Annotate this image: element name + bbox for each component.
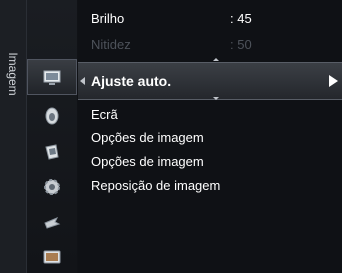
channel-icon[interactable] — [27, 134, 77, 170]
menu-item-picture-options[interactable]: Opções de imagem — [78, 127, 342, 147]
sound-icon[interactable] — [27, 98, 77, 134]
picture-icon[interactable] — [27, 59, 77, 95]
selection-left-icon — [80, 77, 85, 85]
menu-item-auto-adjust[interactable]: Ajuste auto. — [78, 62, 342, 100]
tv-menu-screen: Imagem Brilho : 45 Nitidez : 50 Ajuste a… — [0, 0, 342, 273]
brightness-label: Brilho — [91, 11, 125, 26]
picture-menu: Brilho : 45 Nitidez : 50 Ajuste auto. Ec… — [78, 0, 342, 273]
menu-item-picture-reset[interactable]: Reposição de imagem — [78, 175, 342, 195]
menu-item-label: Opções de imagem — [91, 154, 204, 169]
brightness-value: : 45 — [230, 11, 252, 26]
scroll-down-icon — [213, 97, 219, 100]
menu-item-picture-options-2[interactable]: Opções de imagem — [78, 151, 342, 171]
menu-item-label: Opções de imagem — [91, 130, 204, 145]
menu-item-label: Ecrã — [91, 107, 118, 122]
setup-icon[interactable] — [27, 169, 77, 205]
category-tab[interactable]: Imagem — [0, 0, 27, 273]
auto-adjust-label: Ajuste auto. — [91, 73, 172, 89]
sharpness-label: Nitidez — [91, 37, 131, 52]
category-label: Imagem — [6, 52, 20, 96]
application-icon[interactable] — [27, 239, 77, 273]
menu-item-sharpness: Nitidez : 50 — [78, 34, 342, 54]
scroll-up-icon — [213, 58, 219, 61]
submenu-arrow-icon — [329, 75, 338, 87]
sharpness-value: : 50 — [230, 37, 252, 52]
input-icon[interactable] — [27, 204, 77, 240]
menu-item-screen[interactable]: Ecrã — [78, 104, 342, 124]
menu-item-label: Reposição de imagem — [91, 178, 221, 193]
icon-column — [27, 0, 77, 273]
menu-item-brightness[interactable]: Brilho : 45 — [78, 8, 342, 28]
